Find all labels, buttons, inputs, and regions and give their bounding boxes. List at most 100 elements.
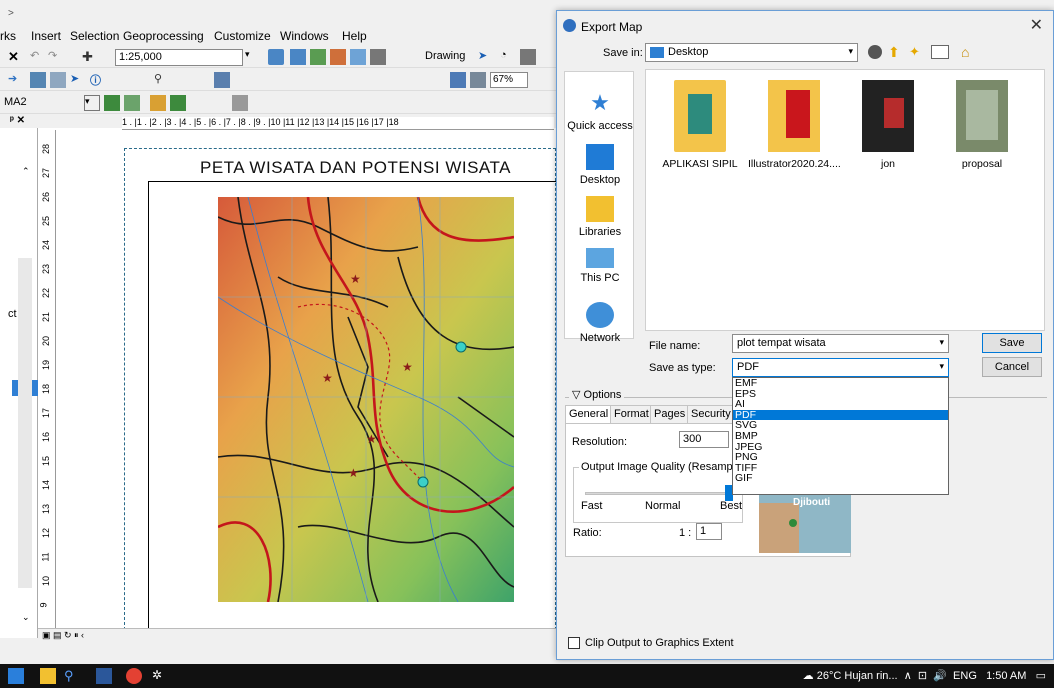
folder-item[interactable]: APLIKASI SIPIL [654,80,746,170]
file-type-option[interactable]: TIFF [733,463,948,474]
gear-icon[interactable]: ✲ [152,668,168,684]
new-rectangle-icon[interactable] [520,49,536,65]
pan-icon[interactable]: ➔ [8,72,24,88]
menu-windows[interactable]: Windows [280,29,329,43]
cancel-button[interactable]: Cancel [982,357,1042,377]
select-elements-icon[interactable]: ➤ [478,49,494,65]
map-scale-combo[interactable]: 1:25,000 [115,49,243,66]
delete-icon[interactable]: ✕ [8,49,24,65]
tab-pages[interactable]: Pages [650,405,690,423]
file-name-input[interactable]: plot tempat wisata ▾ [732,334,949,353]
redo-icon[interactable]: ↷ [48,49,64,65]
place-libraries[interactable]: Libraries [565,196,635,238]
zoom-out-icon[interactable] [50,72,66,88]
quality-slider-track[interactable] [585,492,737,495]
layer-combo[interactable]: MA2 [4,96,27,108]
table-icon[interactable] [290,49,306,65]
folder-item[interactable]: proposal [936,80,1028,170]
word-icon[interactable] [96,668,112,684]
layout-page-icon[interactable] [214,72,230,88]
label-icon[interactable] [124,95,140,111]
folder-item[interactable]: jon [842,80,934,170]
place-network[interactable]: Network [565,302,635,344]
tab-general[interactable]: General [565,405,613,423]
catalog-icon[interactable] [310,49,326,65]
weather-text[interactable]: 26°C Hujan rin... [817,670,898,682]
chevron-down-icon[interactable]: ▾ [84,95,100,111]
notification-icon[interactable]: ▭ [1036,670,1046,682]
file-type-option[interactable]: PNG [733,452,948,463]
place-desktop[interactable]: Desktop [565,144,635,186]
view-toggle-icon[interactable]: ▣ ▤ ↻ ⏸ ‹ [42,630,84,641]
file-type-option[interactable]: SVG [733,420,948,431]
menu-help[interactable]: Help [342,29,367,43]
full-extent-icon[interactable] [450,72,466,88]
menu-customize[interactable]: Customize [214,29,271,43]
file-type-option[interactable]: EPS [733,388,948,400]
file-explorer-icon[interactable] [40,668,56,684]
clip-output-checkbox[interactable] [568,637,580,649]
file-type-option[interactable]: BMP [733,431,948,442]
weather-icon[interactable]: ☁ [803,670,814,682]
map-data-frame[interactable]: ★ ★ ★ ★ ★ [218,197,514,602]
resolution-input[interactable]: 300 [679,431,729,448]
clock[interactable]: 1:50 AM [986,670,1026,682]
editor-icon[interactable] [268,49,284,65]
find-icon[interactable]: ⚲ [154,72,170,88]
place-quick-access[interactable]: ★ Quick access [565,90,635,132]
save-in-combo[interactable]: Desktop ▾ [645,43,858,62]
select-features-icon[interactable]: ➤ [70,72,86,88]
identify-icon[interactable]: ⓘ [90,72,106,88]
chrome-icon[interactable] [126,668,142,684]
file-list[interactable]: APLIKASI SIPIL Illustrator2020.24.... jo… [645,69,1045,331]
scroll-down-icon[interactable]: ⌄ [22,612,30,623]
settings-icon[interactable] [232,95,248,111]
chevron-down-icon[interactable]: ▾ [245,49,261,65]
view-menu-icon[interactable] [931,45,949,59]
toc-scrollbar[interactable] [18,258,32,588]
python-icon[interactable] [370,49,386,65]
add-data-icon[interactable]: ✚ [82,49,98,65]
search-window-icon[interactable] [330,49,346,65]
file-type-option[interactable]: EMF [733,378,948,389]
map-title[interactable]: PETA WISATA DAN POTENSI WISATA [200,158,511,178]
network-tray-icon[interactable]: ⊡ [918,670,927,682]
drawing-menu[interactable]: Drawing [425,50,465,62]
tab-security[interactable]: Security [687,405,735,423]
zoom-whole-page-icon[interactable] [470,72,486,88]
search-icon[interactable]: ⚲ [64,668,80,684]
layout-zoom-combo[interactable]: 67% [490,72,528,88]
up-folder-icon[interactable]: ⬆ [888,44,900,61]
folder-item[interactable]: Illustrator2020.24.... [748,80,841,170]
ratio-input[interactable]: 1 [696,523,722,540]
scroll-up-icon[interactable]: ⌃ [22,166,30,177]
symbology-icon[interactable] [104,95,120,111]
place-this-pc[interactable]: This PC [565,248,635,284]
undo-icon[interactable]: ↶ [30,49,46,65]
file-type-option[interactable]: PDF [733,410,948,421]
rotate-icon[interactable]: ◔ [500,49,516,65]
toolbox-icon[interactable] [350,49,366,65]
home-icon[interactable]: ⌂ [961,44,969,60]
volume-icon[interactable]: 🔊 [933,670,947,682]
toc-close-icon[interactable]: ᵖ ✕ [10,115,25,126]
language-indicator[interactable]: ENG [953,670,977,682]
save-as-type-select[interactable]: PDF ▾ [732,358,949,377]
windows-start-icon[interactable] [8,668,24,684]
menu-bookmarks[interactable]: rks [0,29,16,43]
close-icon[interactable]: ✕ [1030,15,1043,35]
back-icon[interactable] [868,45,882,59]
menu-selection[interactable]: Selection [70,29,119,43]
file-type-option[interactable]: JPEG [733,441,948,453]
georef-icon[interactable] [150,95,166,111]
new-folder-icon[interactable]: ✦ [909,44,920,60]
chevron-up-icon[interactable]: ∧ [904,670,912,682]
menu-insert[interactable]: Insert [31,29,61,43]
save-as-type-dropdown[interactable]: EMF EPS AI PDF SVG BMP JPEG PNG TIFF GIF [732,377,949,495]
file-type-option[interactable]: AI [733,399,948,410]
save-button[interactable]: Save [982,333,1042,353]
options-toggle[interactable]: ▽ Options [569,388,625,401]
tab-format[interactable]: Format [610,405,653,423]
file-type-option[interactable]: GIF [733,473,948,484]
layer-tool-icon[interactable] [170,95,186,111]
